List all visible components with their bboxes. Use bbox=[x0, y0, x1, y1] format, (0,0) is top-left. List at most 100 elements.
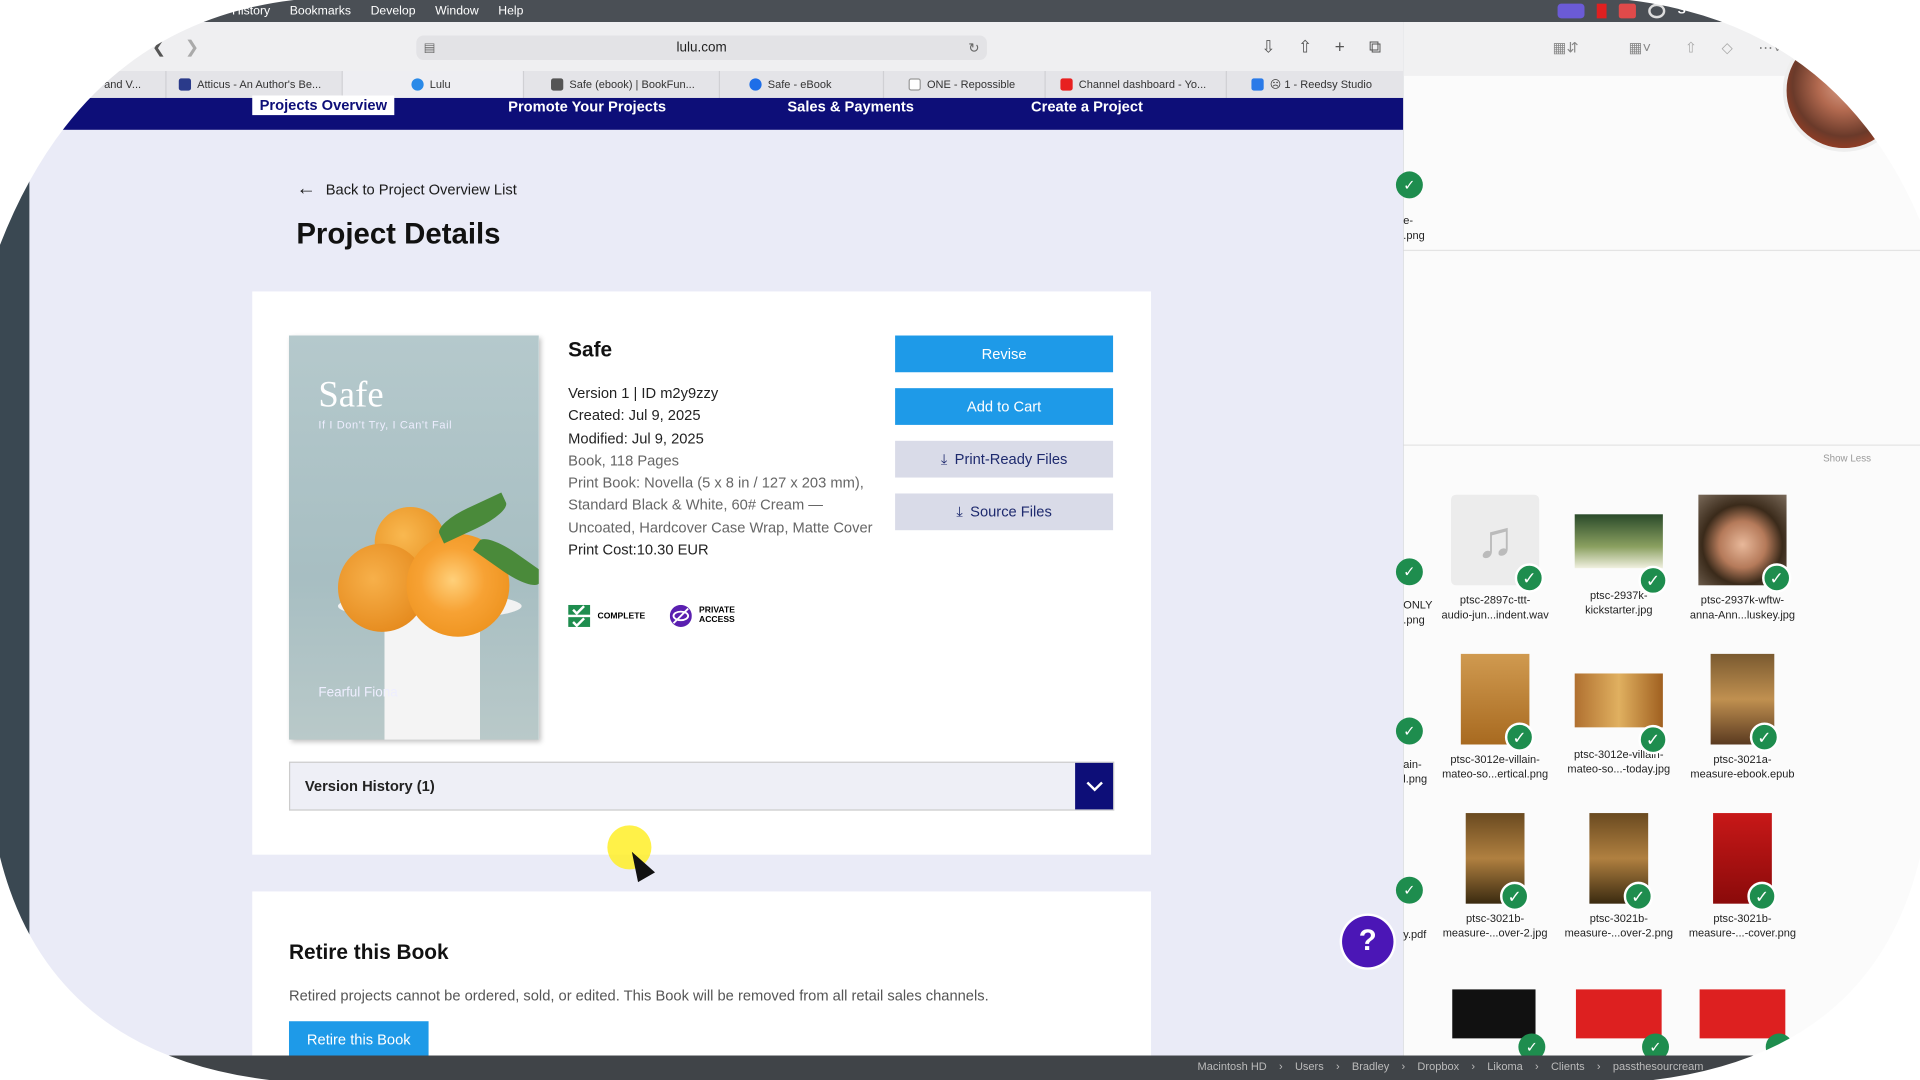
show-less-link[interactable]: Show Less bbox=[1823, 453, 1871, 464]
path-item[interactable]: Dropbox bbox=[1417, 1060, 1459, 1072]
print-ready-files-button[interactable]: ⤓ Print-Ready Files bbox=[895, 440, 1114, 478]
tag-icon[interactable]: ◇ bbox=[1722, 39, 1733, 56]
file-name-line: measure-ebook.epub bbox=[1690, 767, 1795, 781]
page-settings-icon[interactable]: ▤ bbox=[424, 41, 436, 54]
project-card: Safe If I Don't Try, I Can't Fail Fearfu… bbox=[252, 291, 1152, 855]
nav-projects-overview[interactable]: Projects Overview bbox=[252, 95, 395, 116]
screen: View History Bookmarks Develop Window He… bbox=[0, 0, 1920, 1080]
file-item[interactable]: ♫ ✓ ptsc-2897c-ttt-audio-jun...indent.wav bbox=[1434, 494, 1556, 622]
dropbox-icon[interactable] bbox=[1618, 3, 1636, 19]
revise-button[interactable]: Revise bbox=[895, 335, 1114, 373]
search-icon[interactable] bbox=[1736, 4, 1749, 18]
path-item[interactable]: Clients bbox=[1551, 1060, 1585, 1072]
tab-lulu[interactable]: Lulu bbox=[342, 71, 525, 98]
menu-view[interactable]: View bbox=[186, 4, 212, 17]
source-files-label: Source Files bbox=[970, 503, 1052, 521]
file-item[interactable]: ✓ ptsc-3012e-villain-mateo-so...-today.j… bbox=[1558, 654, 1680, 776]
menu-bookmarks[interactable]: Bookmarks bbox=[290, 4, 351, 17]
path-item[interactable]: Bradley bbox=[1352, 1060, 1389, 1072]
file-item[interactable]: ✓ ptsc-3021b-measure-...over-2.jpg bbox=[1434, 813, 1556, 940]
reload-icon[interactable]: ↻ bbox=[968, 40, 979, 56]
menu-window[interactable]: Window bbox=[435, 4, 479, 17]
tab-youtube[interactable]: Channel dashboard - Yo... bbox=[1046, 71, 1227, 98]
address-bar[interactable]: ▤ lulu.com ↻ bbox=[416, 35, 987, 61]
path-item[interactable]: Users bbox=[1295, 1060, 1324, 1072]
book-print-specs: Print Book: Novella (5 x 8 in / 127 x 20… bbox=[568, 474, 873, 537]
settings-icon[interactable] bbox=[1648, 3, 1666, 19]
share-icon[interactable]: ⇧ bbox=[1298, 37, 1312, 58]
tab-reedsy[interactable]: ☹ 1 - Reedsy Studio bbox=[1227, 71, 1403, 98]
browser-toolbar: □˅ ❮ ❯ ▤ lulu.com ↻ ⇩ ⇧ + ⧉ bbox=[29, 22, 1404, 72]
partial-file-label-l2: l.png bbox=[1403, 772, 1428, 785]
forward-arrow-icon[interactable]: ❯ bbox=[185, 37, 199, 58]
version-history-label: Version History (1) bbox=[304, 777, 435, 795]
music-note-icon: ♫ ✓ bbox=[1451, 494, 1545, 593]
back-link[interactable]: ← Back to Project Overview List bbox=[296, 179, 516, 201]
screen-share-icon[interactable] bbox=[1557, 3, 1585, 19]
file-item[interactable]: ✓ ptsc-2937k-wftw-anna-Ann...luskey.jpg bbox=[1681, 494, 1803, 622]
file-item[interactable]: ✓ ptsc-3021b-measure-...-cover.png bbox=[1681, 813, 1803, 940]
url-text: lulu.com bbox=[676, 40, 727, 56]
tab-safe-ebook[interactable]: Safe - eBook bbox=[720, 71, 885, 98]
file-item[interactable]: ✓ ptsc-3021b-measure-...over-2.png bbox=[1558, 813, 1680, 940]
chevron-down-icon[interactable] bbox=[1075, 762, 1114, 810]
arrow-left-icon: ← bbox=[296, 178, 316, 200]
path-item[interactable]: passthesourcream bbox=[1613, 1060, 1704, 1072]
path-item[interactable]: Likoma bbox=[1487, 1060, 1523, 1072]
partial-file-label-l2: .png bbox=[1403, 613, 1425, 626]
wifi-icon[interactable] bbox=[1706, 3, 1725, 19]
version-history-accordion[interactable]: Version History (1) bbox=[288, 761, 1115, 811]
group-icon[interactable]: ▦˅ bbox=[1629, 39, 1651, 56]
checklist-icon bbox=[568, 604, 591, 627]
help-button[interactable]: ? bbox=[1342, 915, 1394, 968]
finder-path-bar: Macintosh HD › Users › Bradley › Dropbox › L… bbox=[0, 1055, 1920, 1080]
tab-overview-icon[interactable]: ⧉ bbox=[1369, 37, 1381, 58]
path-separator-icon: › bbox=[1596, 1060, 1601, 1073]
view-options-icon[interactable]: ▦⇵ bbox=[1553, 39, 1579, 56]
nav-promote-projects[interactable]: Promote Your Projects bbox=[508, 98, 666, 115]
file-thumbnail[interactable] bbox=[1575, 989, 1662, 1039]
file-thumbnail[interactable] bbox=[1699, 989, 1786, 1039]
share-icon[interactable]: ⇧ bbox=[1685, 39, 1697, 56]
complete-label: COMPLETE bbox=[597, 611, 646, 621]
more-icon[interactable]: ⋯˅ bbox=[1758, 39, 1781, 56]
s-app-icon[interactable]: S bbox=[1678, 4, 1695, 19]
back-arrow-icon[interactable]: ❮ bbox=[152, 37, 166, 58]
menu-history[interactable]: History bbox=[232, 4, 270, 17]
cover-title: Safe bbox=[318, 374, 384, 416]
file-item[interactable]: ✓ ptsc-3021a-measure-ebook.epub bbox=[1681, 653, 1803, 781]
nav-create-project[interactable]: Create a Project bbox=[1031, 98, 1143, 115]
partial-file-label[interactable]: e- .png bbox=[1403, 213, 1424, 242]
finder-window: ▦⇵ ▦˅ ⇧ ◇ ⋯˅ ✓ e- .png Show Less ✓ ONLY .p… bbox=[1395, 22, 1920, 1066]
file-item[interactable]: ✓ ptsc-3012e-villain-mateo-so...ertical.… bbox=[1434, 653, 1556, 781]
source-files-button[interactable]: ⤓ Source Files bbox=[895, 493, 1114, 531]
tab-label: Atticus - An Author's Be... bbox=[197, 78, 322, 91]
tab-one-repossible[interactable]: ONE - Repossible bbox=[884, 71, 1046, 98]
synced-check-icon: ✓ bbox=[1747, 881, 1777, 912]
file-thumbnail[interactable] bbox=[1452, 989, 1536, 1039]
tab-what-heroes[interactable]: What Heroes and V... bbox=[29, 71, 167, 98]
book-created: Created: Jul 9, 2025 bbox=[568, 406, 701, 425]
tab-atticus[interactable]: Atticus - An Author's Be... bbox=[167, 71, 343, 98]
menu-develop[interactable]: Develop bbox=[371, 4, 416, 17]
nav-sales-payments[interactable]: Sales & Payments bbox=[787, 98, 914, 115]
tab-safe-bookfunnel[interactable]: Safe (ebook) | BookFun... bbox=[524, 71, 721, 98]
path-item[interactable]: Macintosh HD bbox=[1198, 1060, 1267, 1072]
retire-button[interactable]: Retire this Book bbox=[288, 1021, 429, 1058]
add-to-cart-button[interactable]: Add to Cart bbox=[895, 388, 1114, 425]
synced-check-icon: ✓ bbox=[1395, 717, 1423, 745]
tab-label: ☹ 1 - Reedsy Studio bbox=[1269, 77, 1372, 91]
file-item[interactable]: ✓ ptsc-2937k-kickstarter.jpg bbox=[1558, 495, 1680, 617]
new-tab-icon[interactable]: + bbox=[1335, 37, 1345, 57]
youtube-favicon-icon bbox=[1060, 78, 1073, 91]
record-icon[interactable] bbox=[1596, 3, 1607, 19]
menu-help[interactable]: Help bbox=[498, 4, 523, 17]
retire-title: Retire this Book bbox=[288, 940, 449, 964]
file-name-line: measure-...over-2.jpg bbox=[1442, 926, 1548, 940]
partial-file-label[interactable]: ain-l.png bbox=[1403, 757, 1427, 786]
macos-menubar: View History Bookmarks Develop Window He… bbox=[0, 0, 1920, 23]
partial-file-label[interactable]: y.pdf bbox=[1403, 928, 1426, 940]
sidebar-toggle-icon[interactable]: □˅ bbox=[98, 37, 118, 57]
partial-file-label[interactable]: ONLY .png bbox=[1403, 598, 1432, 627]
download-icon[interactable]: ⇩ bbox=[1261, 37, 1275, 58]
